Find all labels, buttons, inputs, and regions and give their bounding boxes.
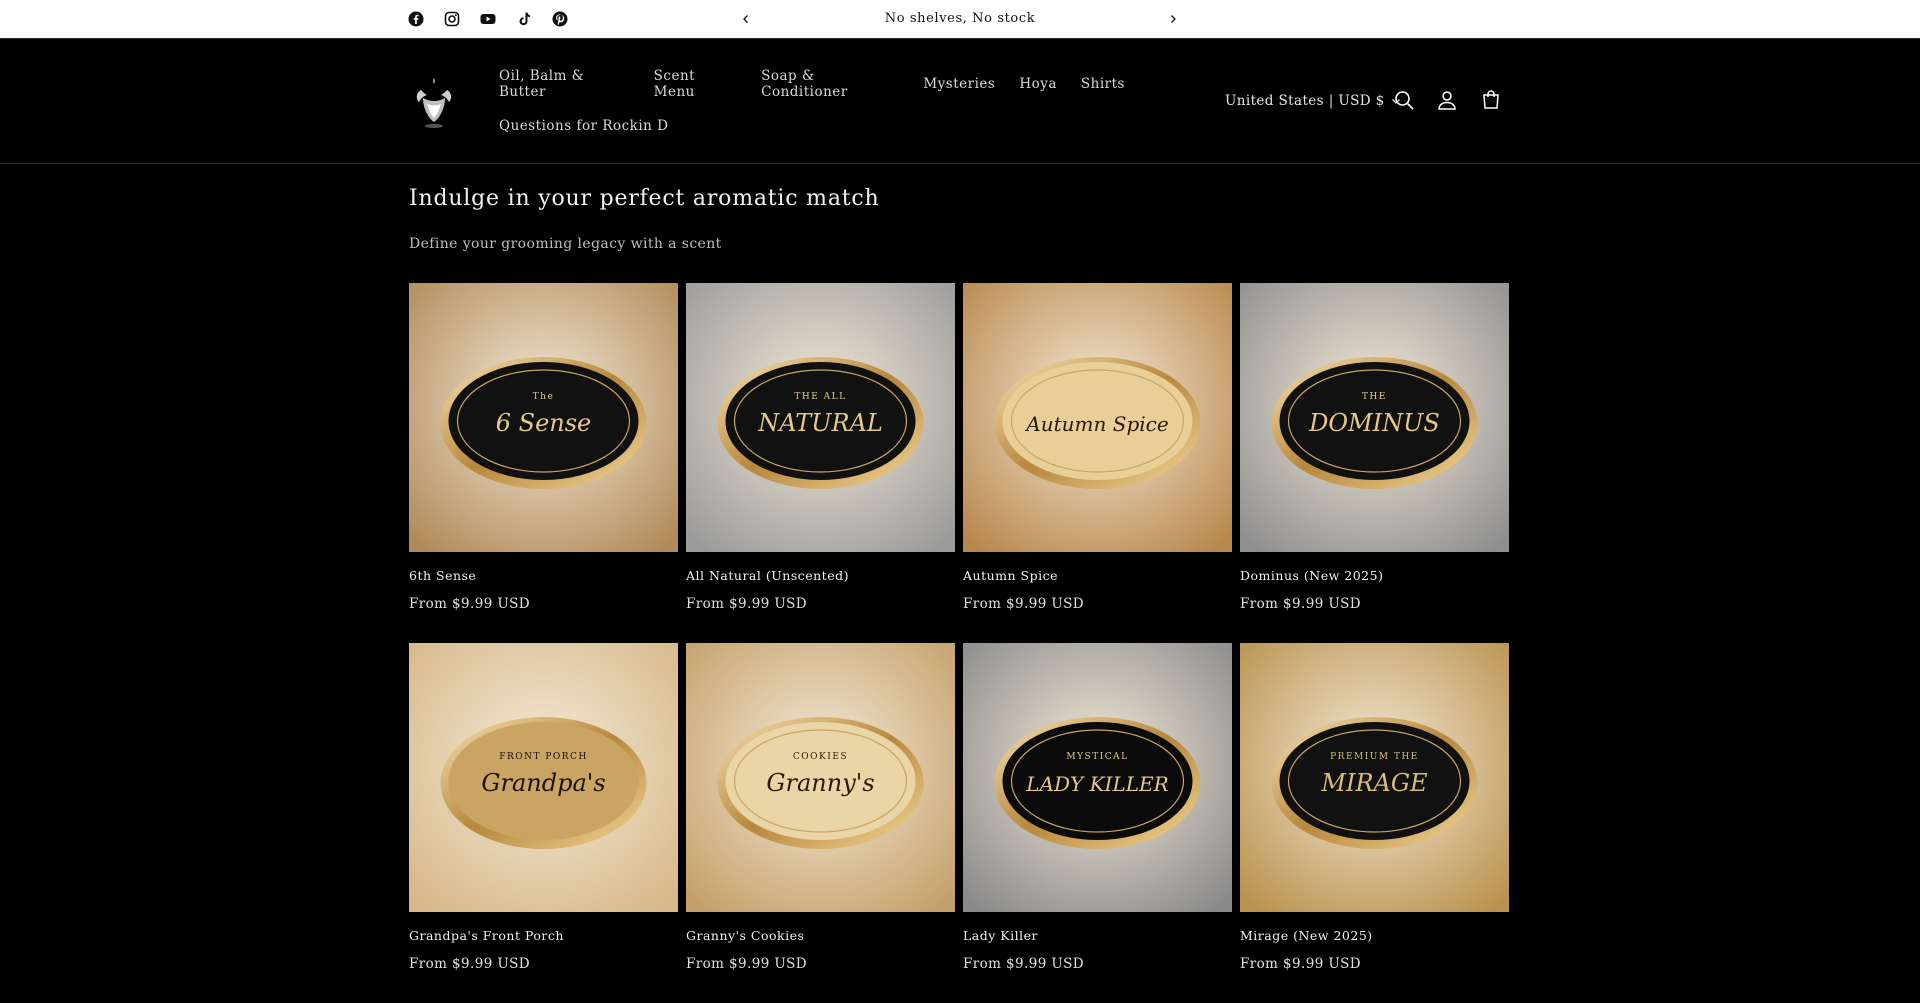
label-text: Autumn Spice bbox=[1024, 412, 1168, 436]
currency-label: United States | USD $ bbox=[1225, 93, 1385, 109]
product-title[interactable]: 6th Sense bbox=[409, 568, 678, 583]
nav-link[interactable]: Oil, Balm & Butter bbox=[487, 68, 642, 100]
search-icon[interactable] bbox=[1389, 85, 1419, 115]
product-title[interactable]: Dominus (New 2025) bbox=[1240, 568, 1509, 583]
label-subtext: THE bbox=[1362, 392, 1387, 402]
label-text: Grandpa's bbox=[481, 769, 605, 797]
nav-link[interactable]: Mysteries bbox=[911, 76, 1007, 92]
product-card[interactable]: THE ALL NATURAL All Natural (Unscented) Fro… bbox=[686, 283, 955, 643]
product-card[interactable]: MYSTICAL LADY KILLER Lady Killer From $9.99… bbox=[963, 643, 1232, 1003]
main-menu-row: Questions for Rockin D bbox=[487, 105, 1137, 147]
collection-header: Indulge in your perfect aromatic match bbox=[409, 186, 880, 211]
announcement-text: No shelves, No stock bbox=[884, 11, 1036, 26]
country-currency-selector[interactable]: United States | USD $ bbox=[1225, 93, 1401, 109]
label-subtext: PREMIUM THE bbox=[1330, 752, 1419, 762]
product-title[interactable]: Granny's Cookies bbox=[686, 928, 955, 943]
product-image[interactable]: MYSTICAL LADY KILLER bbox=[963, 643, 1232, 912]
collection-title: Indulge in your perfect aromatic match bbox=[409, 186, 880, 211]
product-image[interactable]: COOKIES Granny's bbox=[686, 643, 955, 912]
label-text: Granny's bbox=[766, 769, 874, 797]
label-text: DOMINUS bbox=[1308, 409, 1440, 437]
product-card[interactable]: THE DOMINUS Dominus (New 2025) From $9.99 U… bbox=[1240, 283, 1509, 643]
label-text: MIRAGE bbox=[1320, 769, 1428, 797]
product-card[interactable]: Autumn Spice Autumn Spice From $9.99 USD bbox=[963, 283, 1232, 643]
nav-link[interactable]: Questions for Rockin D bbox=[487, 118, 681, 134]
product-image[interactable]: The 6 Sense bbox=[409, 283, 678, 552]
product-price: From $9.99 USD bbox=[963, 956, 1085, 972]
product-title[interactable]: Lady Killer bbox=[963, 928, 1232, 943]
product-image[interactable]: Autumn Spice bbox=[963, 283, 1232, 552]
product-price: From $9.99 USD bbox=[686, 596, 808, 612]
cart-icon[interactable] bbox=[1476, 85, 1506, 115]
product-image[interactable]: PREMIUM THE MIRAGE bbox=[1240, 643, 1509, 912]
youtube-icon[interactable] bbox=[477, 8, 499, 30]
product-grid: The 6 Sense 6th Sense From $9.99 USD THE ALL… bbox=[409, 283, 1511, 1003]
product-price: From $9.99 USD bbox=[409, 596, 531, 612]
pinterest-icon[interactable] bbox=[549, 8, 571, 30]
label-subtext: COOKIES bbox=[793, 752, 848, 762]
collection-description: Define your grooming legacy with a scent bbox=[409, 236, 722, 252]
account-icon[interactable] bbox=[1432, 85, 1462, 115]
product-title[interactable]: All Natural (Unscented) bbox=[686, 568, 955, 583]
product-card[interactable]: COOKIES Granny's Granny's Cookies From $9.9… bbox=[686, 643, 955, 1003]
label-subtext: The bbox=[533, 392, 555, 402]
product-price: From $9.99 USD bbox=[1240, 596, 1362, 612]
nav-link[interactable]: Soap & Conditioner bbox=[749, 68, 911, 100]
nav-link[interactable]: Scent Menu bbox=[642, 68, 749, 100]
product-price: From $9.99 USD bbox=[686, 956, 808, 972]
announcement-bar: No shelves, No stock bbox=[0, 0, 1920, 39]
main-menu-row: Oil, Balm & Butter Scent Menu Soap & Condi… bbox=[487, 63, 1137, 105]
label-subtext: THE ALL bbox=[794, 392, 846, 402]
product-price: From $9.99 USD bbox=[1240, 956, 1362, 972]
store-logo[interactable] bbox=[409, 72, 459, 132]
nav-link[interactable]: Shirts bbox=[1069, 76, 1137, 92]
announcement-next-button[interactable] bbox=[1163, 9, 1183, 29]
product-title[interactable]: Autumn Spice bbox=[963, 568, 1232, 583]
label-text: NATURAL bbox=[757, 409, 883, 437]
site-header: Oil, Balm & Butter Scent Menu Soap & Condi… bbox=[0, 39, 1920, 164]
product-image[interactable]: THE DOMINUS bbox=[1240, 283, 1509, 552]
product-price: From $9.99 USD bbox=[963, 596, 1085, 612]
label-subtext: MYSTICAL bbox=[1066, 752, 1128, 762]
product-image[interactable]: THE ALL NATURAL bbox=[686, 283, 955, 552]
label-text: 6 Sense bbox=[496, 409, 592, 437]
nav-link[interactable]: Hoya bbox=[1007, 76, 1069, 92]
product-title[interactable]: Mirage (New 2025) bbox=[1240, 928, 1509, 943]
product-card[interactable]: FRONT PORCH Grandpa's Grandpa's Front Porc… bbox=[409, 643, 678, 1003]
product-price: From $9.99 USD bbox=[409, 956, 531, 972]
product-card[interactable]: The 6 Sense 6th Sense From $9.99 USD bbox=[409, 283, 678, 643]
announcement-prev-button[interactable] bbox=[736, 9, 756, 29]
social-links bbox=[405, 8, 571, 30]
product-image[interactable]: FRONT PORCH Grandpa's bbox=[409, 643, 678, 912]
label-subtext: FRONT PORCH bbox=[499, 752, 588, 762]
product-card[interactable]: PREMIUM THE MIRAGE Mirage (New 2025) From $… bbox=[1240, 643, 1509, 1003]
facebook-icon[interactable] bbox=[405, 8, 427, 30]
tiktok-icon[interactable] bbox=[513, 8, 535, 30]
label-text: LADY KILLER bbox=[1025, 772, 1168, 796]
main-menu: Oil, Balm & Butter Scent Menu Soap & Condi… bbox=[487, 63, 1137, 147]
instagram-icon[interactable] bbox=[441, 8, 463, 30]
product-title[interactable]: Grandpa's Front Porch bbox=[409, 928, 678, 943]
